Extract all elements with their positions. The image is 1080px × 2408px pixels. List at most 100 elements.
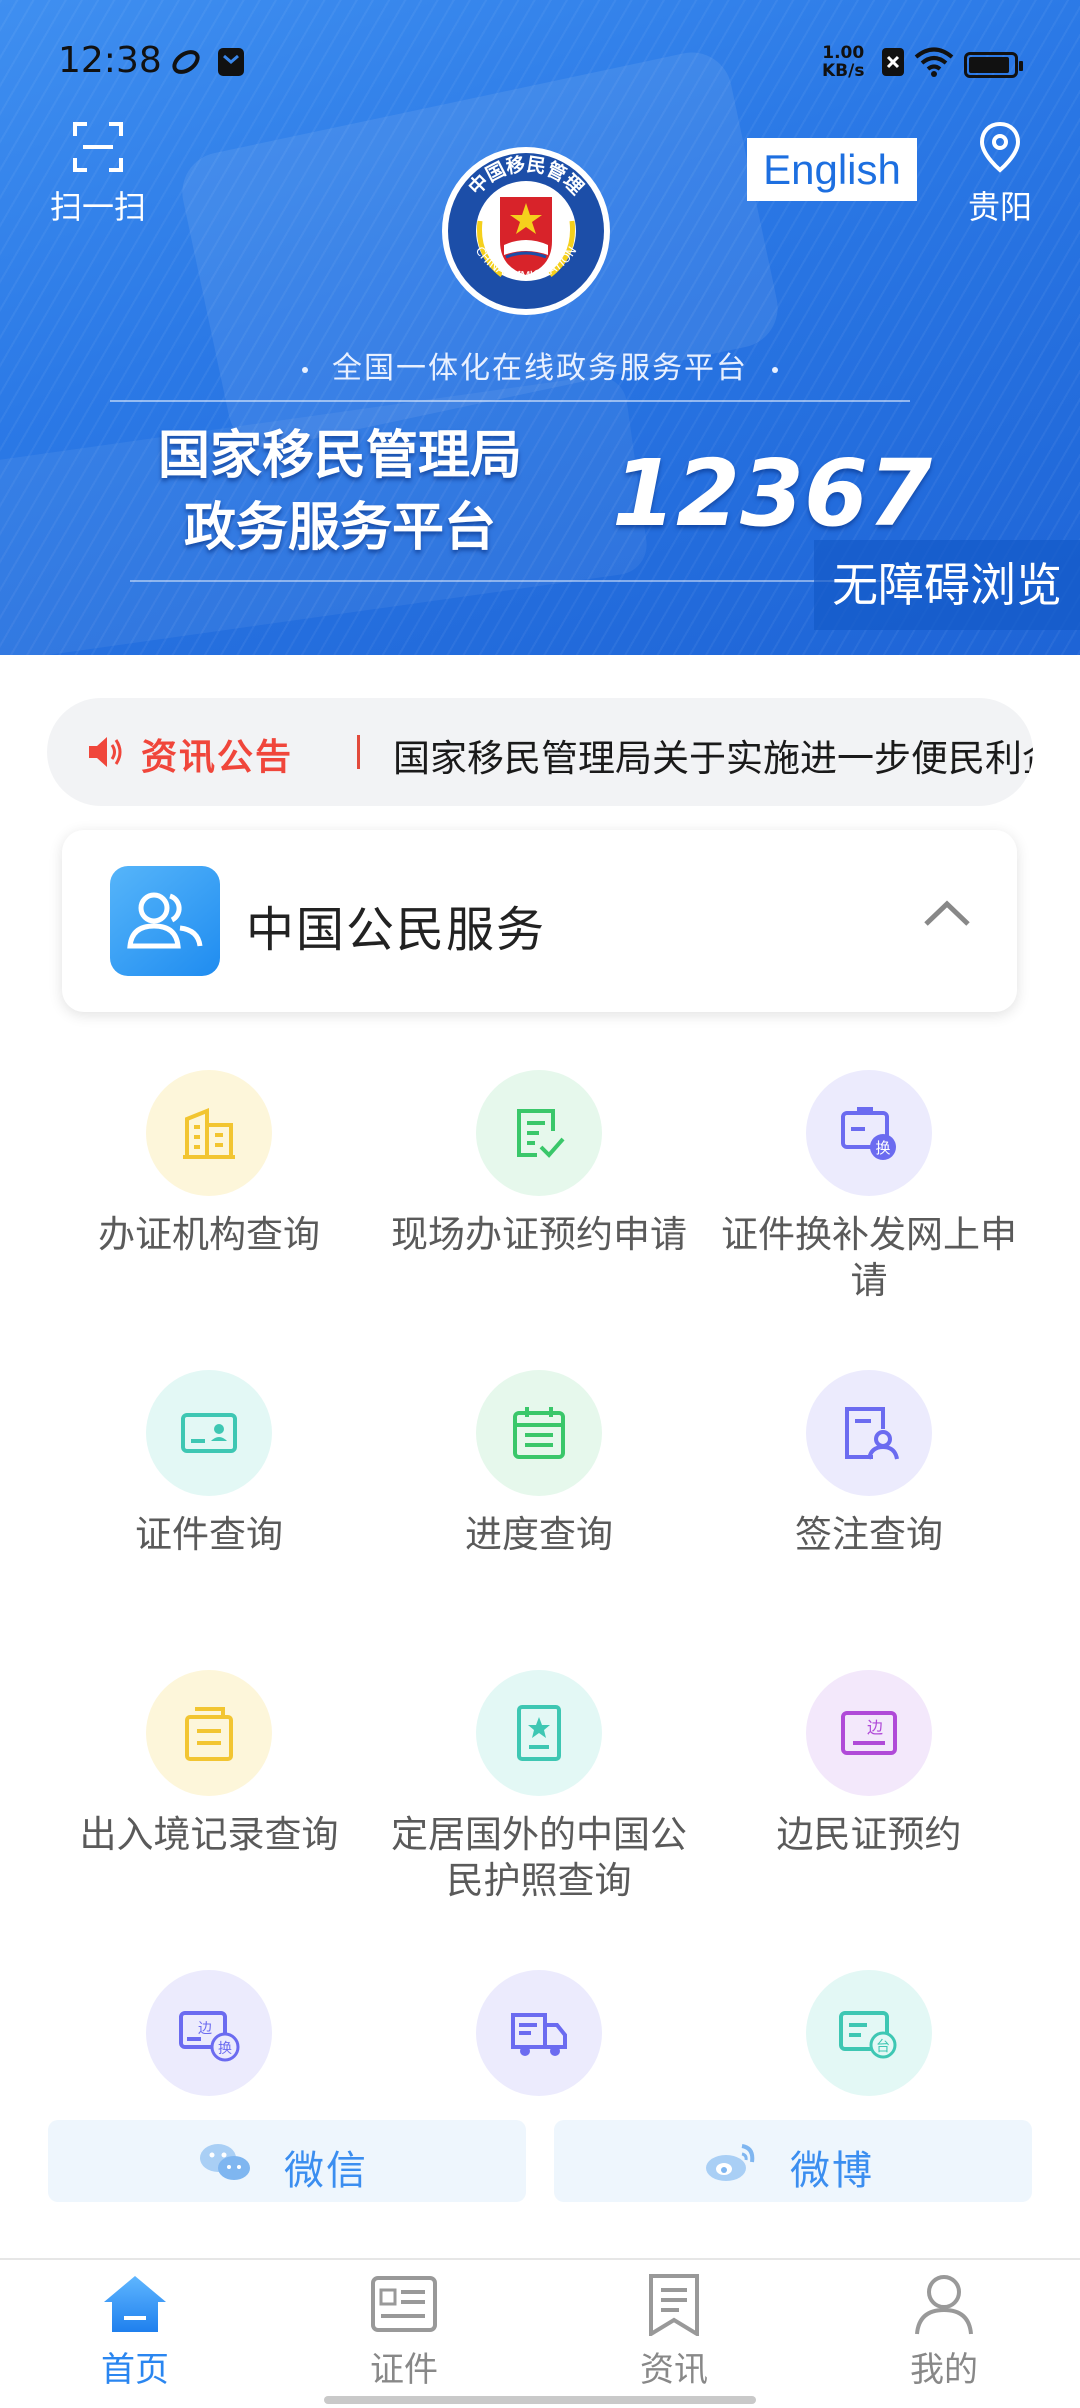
- service-icon-bg: [146, 1070, 272, 1196]
- network-speed: 1.00 KB/s: [822, 44, 864, 80]
- scan-label: 扫一扫: [49, 188, 146, 226]
- weibo-icon: [706, 2144, 755, 2181]
- speaker-icon: [89, 737, 122, 767]
- endorsement-icon: [845, 1407, 899, 1460]
- service-item-office-lookup[interactable]: 办证机构查询: [44, 1070, 374, 1258]
- border-card-icon: 边: [841, 1711, 897, 1755]
- wechat-button[interactable]: 微信: [48, 2120, 526, 2202]
- platform-tagline: 全国一体化在线政务服务平台: [0, 343, 1080, 387]
- tab-home[interactable]: 首页: [35, 2272, 235, 2391]
- chevron-up-icon[interactable]: [922, 898, 972, 928]
- service-item-onsite-appointment[interactable]: 现场办证预约申请: [374, 1070, 704, 1258]
- service-item-document-query[interactable]: 证件查询: [44, 1370, 374, 1558]
- wechat-icon: [200, 2144, 250, 2180]
- weibo-button[interactable]: 微博: [554, 2120, 1032, 2202]
- service-icon-bg: [476, 1970, 602, 2096]
- bottom-tab-bar: 首页 证件 资讯 我的: [0, 2258, 1080, 2408]
- service-item-entry-exit-record[interactable]: 出入境记录查询: [44, 1670, 374, 1858]
- form-check-icon: [517, 1109, 565, 1158]
- tab-news[interactable]: 资讯: [574, 2272, 774, 2391]
- platform-title: 国家移民管理局 政务服务平台: [155, 420, 525, 564]
- record-box-icon: [185, 1707, 233, 1761]
- home-indicator[interactable]: [324, 2396, 756, 2404]
- location-label: 贵阳: [967, 188, 1032, 226]
- service-label: 办证机构查询: [98, 1213, 320, 1256]
- divider: [110, 400, 910, 402]
- service-item-overseas-passport[interactable]: 定居国外的中国公民护照查询: [374, 1670, 704, 1904]
- location-button[interactable]: 贵阳: [955, 120, 1045, 228]
- wifi-icon: [914, 47, 954, 77]
- svg-text:边: 边: [198, 2021, 212, 2037]
- header-banner: 12:38 1.00 KB/s 扫一扫 中国移民管理 CHINA IMMIGRA…: [0, 0, 1080, 655]
- service-label: 证件换补发网上申请: [721, 1213, 1017, 1302]
- tab-label: 资讯: [640, 2350, 708, 2390]
- news-bookmark-icon: [649, 2274, 699, 2338]
- service-icon-bg: [146, 1670, 272, 1796]
- notice-headline[interactable]: 国家移民管理局关于实施进一步便民利企: [393, 728, 1033, 782]
- tagline-text: 全国一体化在线政务服务平台: [332, 351, 748, 386]
- notice-separator: [357, 735, 360, 769]
- scan-icon: [73, 122, 123, 172]
- users-icon: [110, 866, 220, 976]
- document-card-icon: [371, 2276, 437, 2332]
- service-icon-bg: [476, 1670, 602, 1796]
- notice-bar[interactable]: 资讯公告 国家移民管理局关于实施进一步便民利企: [47, 698, 1033, 806]
- sync-app-icon: [172, 50, 200, 74]
- service-icon-bg: [476, 1070, 602, 1196]
- tab-mine[interactable]: 我的: [844, 2272, 1044, 2391]
- building-icon: [183, 1108, 235, 1159]
- tab-documents[interactable]: 证件: [304, 2272, 504, 2391]
- platform-title-line1: 国家移民管理局: [157, 426, 522, 486]
- status-bar: 12:38 1.00 KB/s: [0, 0, 1080, 120]
- svg-text:台: 台: [876, 2039, 890, 2055]
- accessible-browse-button[interactable]: 无障碍浏览: [814, 540, 1080, 630]
- divider: [130, 580, 910, 582]
- service-item-progress-query[interactable]: 进度查询: [374, 1370, 704, 1558]
- service-item-border-pass-appointment[interactable]: 边 边民证预约: [704, 1670, 1034, 1858]
- service-item-border-exchange[interactable]: 边 换: [44, 1970, 374, 2096]
- citizen-service-header[interactable]: 中国公民服务: [62, 830, 1017, 1012]
- tab-label: 证件: [370, 2350, 438, 2390]
- location-pin-icon: [979, 121, 1021, 173]
- service-icon-bg: 边: [806, 1670, 932, 1796]
- network-speed-unit: KB/s: [822, 61, 865, 81]
- notice-tag: 资讯公告: [141, 737, 294, 778]
- service-label: 证件查询: [135, 1513, 283, 1556]
- service-label: 签注查询: [795, 1513, 943, 1556]
- passport-star-icon: [517, 1705, 561, 1761]
- status-time: 12:38: [58, 40, 162, 81]
- immigration-emblem-logo: 中国移民管理 CHINA IMMIGRATION: [442, 147, 610, 315]
- battery-icon: [964, 52, 1023, 78]
- network-speed-value: 1.00: [822, 43, 865, 63]
- service-item-document-reissue[interactable]: 换 证件换补发网上申请: [704, 1070, 1034, 1304]
- service-icon-bg: 边 换: [146, 1970, 272, 2096]
- border-exchange-icon: 边 换: [179, 2011, 240, 2062]
- notification-app-icon: [218, 48, 244, 76]
- service-item-endorsement-query[interactable]: 签注查询: [704, 1370, 1034, 1558]
- service-icon-bg: [476, 1370, 602, 1496]
- svg-text:边: 边: [867, 1718, 883, 1737]
- calendar-icon: [513, 1407, 565, 1459]
- svg-text:换: 换: [875, 1139, 890, 1157]
- user-profile-icon: [915, 2275, 973, 2335]
- wechat-label: 微信: [284, 2148, 368, 2194]
- sim-off-icon: [882, 48, 904, 76]
- service-label: 出入境记录查询: [79, 1813, 339, 1856]
- service-label: 边民证预约: [776, 1813, 962, 1856]
- service-item-delivery[interactable]: [374, 1970, 704, 2096]
- service-label: 定居国外的中国公民护照查询: [391, 1813, 687, 1902]
- language-button[interactable]: English: [747, 138, 917, 201]
- platform-title-line2: 政务服务平台: [183, 498, 496, 558]
- hotline-number[interactable]: 12367: [612, 440, 932, 547]
- svg-text:换: 换: [218, 2040, 232, 2057]
- service-icon-bg: [806, 1370, 932, 1496]
- truck-icon: [511, 2013, 567, 2056]
- home-icon: [104, 2276, 166, 2332]
- passport-exchange-icon: 换: [841, 1107, 896, 1160]
- service-item-taiwan-pass[interactable]: 台: [704, 1970, 1034, 2096]
- service-section-title: 中国公民服务: [246, 902, 547, 958]
- tab-label: 我的: [910, 2350, 978, 2390]
- scan-button[interactable]: 扫一扫: [44, 120, 152, 228]
- service-label: 现场办证预约申请: [391, 1213, 687, 1256]
- weibo-label: 微博: [790, 2148, 874, 2194]
